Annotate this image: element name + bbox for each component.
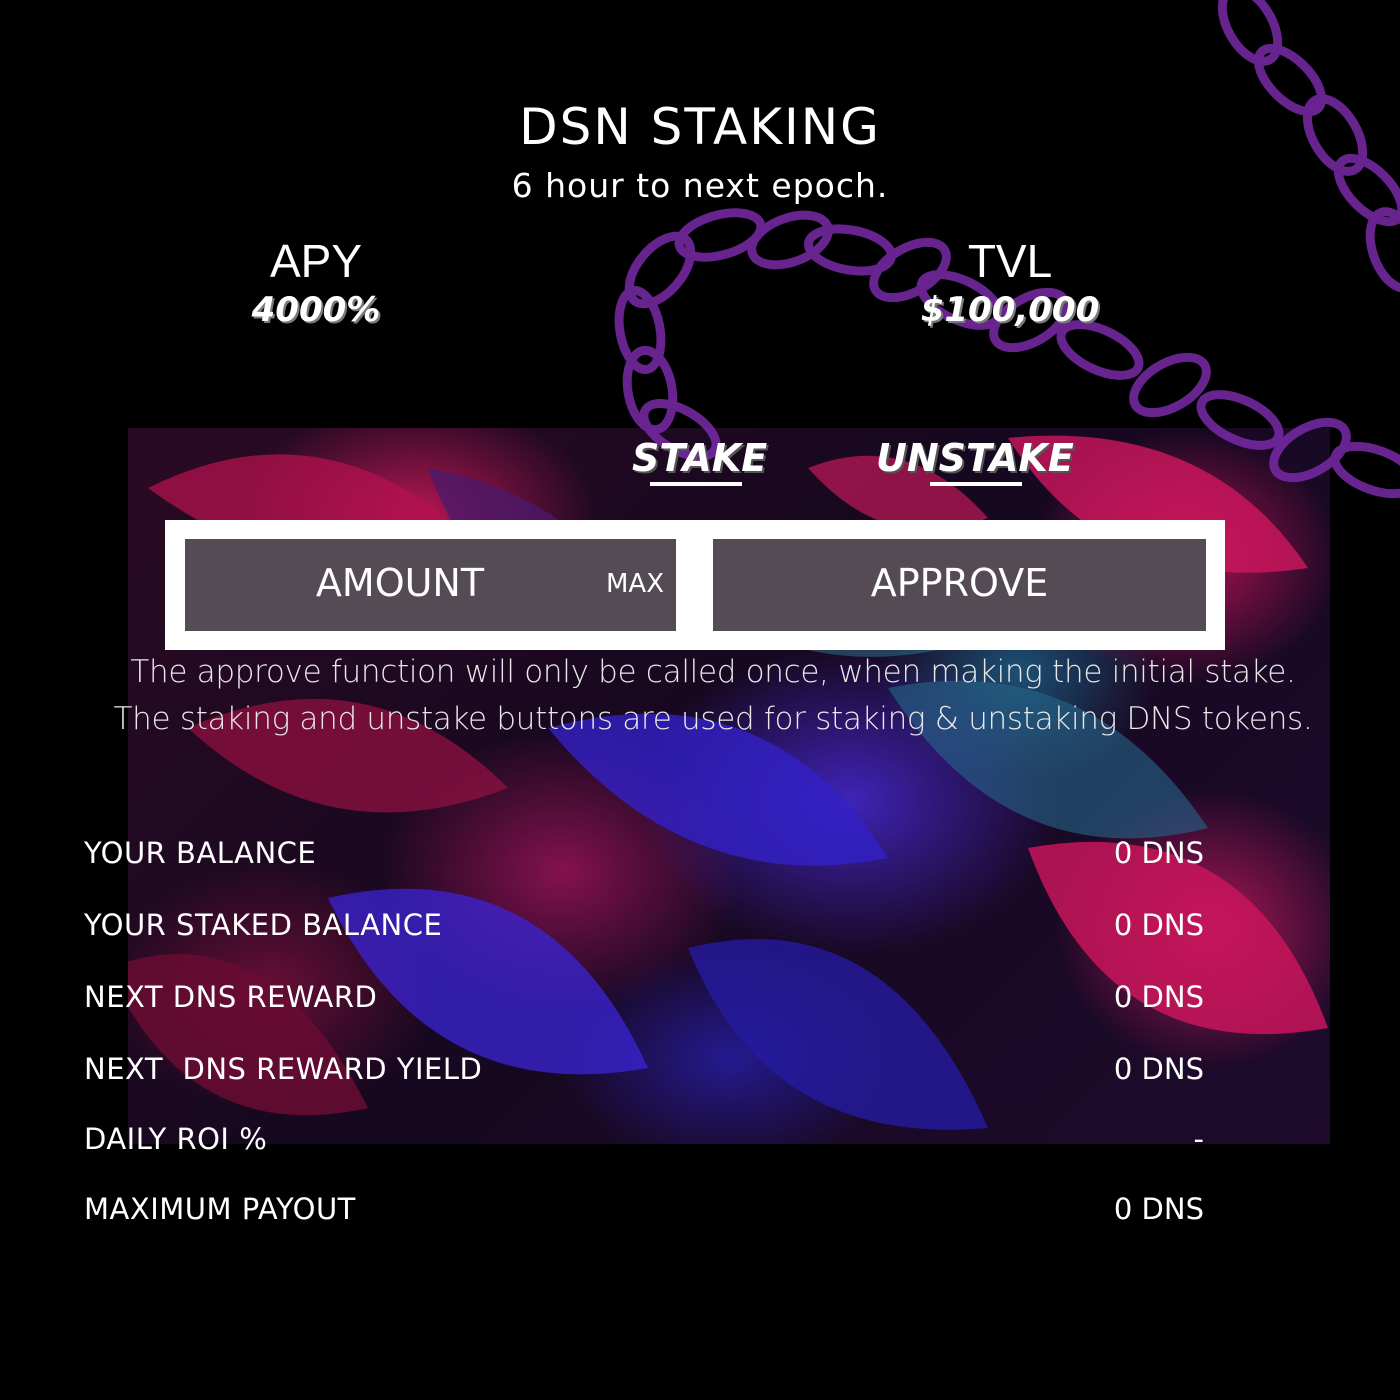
approve-button-label: APPROVE <box>870 561 1049 605</box>
tab-stake-label: STAKE <box>632 436 768 480</box>
info-row-value: 0 DNS <box>1113 1192 1204 1226</box>
info-row-maximum-payout: MAXIMUM PAYOUT 0 DNS <box>84 1192 1204 1232</box>
approve-button[interactable]: APPROVE <box>713 539 1206 631</box>
info-row-next-reward-yield: NEXT DNS REWARD YIELD 0 DNS <box>84 1052 1204 1092</box>
max-button[interactable]: MAX <box>606 569 664 599</box>
tab-stake-underline <box>650 482 742 486</box>
approve-note: The approve function will only be called… <box>130 654 1296 690</box>
info-row-staked-balance: YOUR STAKED BALANCE 0 DNS <box>84 908 1204 948</box>
staking-note: The staking and unstake buttons are used… <box>113 701 1313 737</box>
epoch-countdown: 6 hour to next epoch. <box>511 166 889 205</box>
info-row-label: DAILY ROI % <box>84 1122 268 1156</box>
amount-input[interactable]: AMOUNT MAX <box>185 539 676 631</box>
info-row-value: 0 DNS <box>1113 1052 1204 1086</box>
info-row-value: - <box>1193 1122 1204 1156</box>
info-row-next-reward: NEXT DNS REWARD 0 DNS <box>84 980 1204 1020</box>
tvl-label: TVL <box>967 235 1053 287</box>
tvl-value: $100,000 <box>920 290 1100 330</box>
info-row-balance: YOUR BALANCE 0 DNS <box>84 836 1204 876</box>
tab-unstake-underline <box>930 482 1022 486</box>
tvl-stat: TVL $100,000 <box>860 234 1160 330</box>
page-title: DSN STAKING <box>519 98 881 156</box>
info-row-label: NEXT DNS REWARD <box>84 980 378 1014</box>
amount-placeholder: AMOUNT <box>315 561 485 605</box>
tab-stake[interactable]: STAKE <box>632 436 768 486</box>
info-row-value: 0 DNS <box>1113 836 1204 870</box>
info-row-label: NEXT DNS REWARD YIELD <box>84 1052 483 1086</box>
tab-unstake[interactable]: UNSTAKE <box>876 436 1074 486</box>
tab-unstake-label: UNSTAKE <box>876 436 1074 480</box>
apy-stat: APY 4000% <box>166 234 466 330</box>
info-row-daily-roi: DAILY ROI % - <box>84 1122 1204 1162</box>
info-row-label: YOUR STAKED BALANCE <box>84 908 443 942</box>
info-row-label: MAXIMUM PAYOUT <box>84 1192 356 1226</box>
info-row-value: 0 DNS <box>1113 908 1204 942</box>
apy-value: 4000% <box>251 290 381 330</box>
info-row-label: YOUR BALANCE <box>84 836 317 870</box>
apy-label: APY <box>269 235 363 287</box>
info-row-value: 0 DNS <box>1113 980 1204 1014</box>
